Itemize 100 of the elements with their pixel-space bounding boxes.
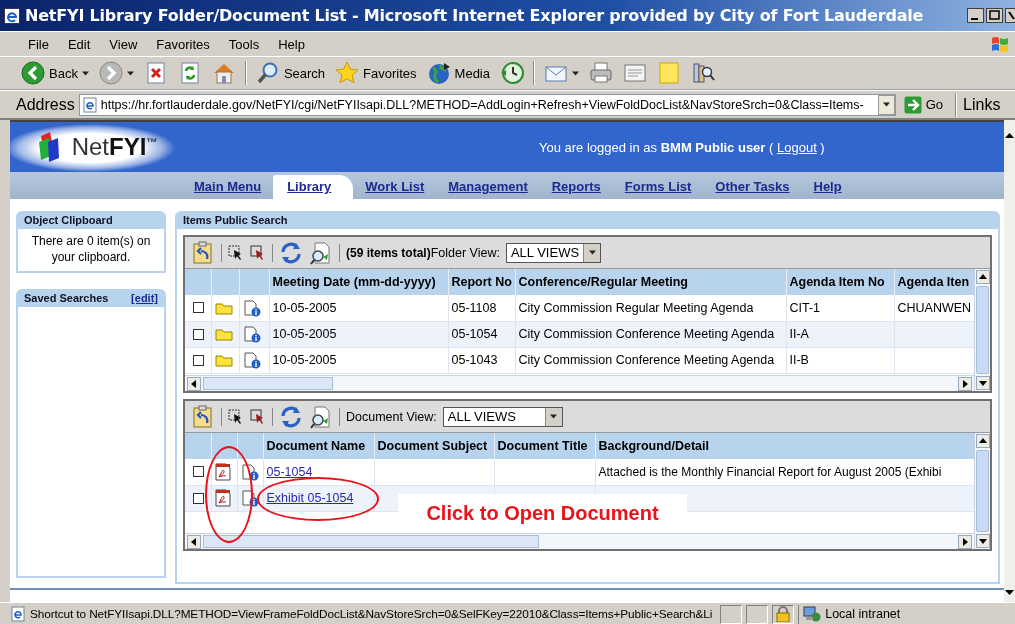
nav-tab[interactable]: Help — [801, 175, 854, 199]
favorites-button[interactable]: Favorites — [332, 59, 420, 87]
caret-icon — [588, 250, 596, 255]
pdf-document-icon[interactable] — [214, 462, 231, 481]
links-button[interactable]: Links — [963, 95, 1001, 114]
window-title: NetFYI Library Folder/Document List - Microsoft Internet Explorer provided by City of Fort Lauderdale — [25, 6, 924, 25]
view-label: Document View: — [346, 409, 437, 424]
page-scrollbar[interactable] — [1004, 120, 1015, 602]
checkbox[interactable] — [193, 354, 204, 366]
vertical-scrollbar[interactable] — [974, 433, 990, 549]
checkbox[interactable] — [193, 492, 204, 504]
column-header: Conference/Regular Meeting — [515, 269, 786, 295]
search-button[interactable]: Search — [252, 59, 329, 87]
column-header: Report No — [448, 269, 515, 295]
magnifier-document-icon[interactable] — [309, 404, 333, 429]
search-icon — [255, 61, 280, 85]
nav-tab[interactable]: Main Menu — [182, 175, 274, 199]
view-select[interactable]: ALL VIEWS — [505, 242, 602, 263]
nav-tab[interactable]: Work List — [353, 175, 437, 199]
document-info-icon[interactable] — [240, 462, 259, 481]
folder-info-icon[interactable] — [242, 298, 261, 317]
table-cell: 05-1043 — [451, 353, 498, 367]
refresh-icon[interactable] — [279, 241, 303, 264]
folder-info-icon[interactable] — [242, 325, 261, 343]
star-icon — [335, 61, 360, 85]
table-cell: 10-05-2005 — [272, 353, 337, 367]
caret-icon — [882, 102, 890, 107]
back-button[interactable]: Back — [18, 59, 92, 87]
status-text: Shortcut to NetFYIIsapi.DLL?METHOD=ViewFrameFoldDocList&NavStoreSrch=0&SelFKey=22010&Class=Items+Public+Search&Li — [30, 607, 713, 621]
up-arrow-icon[interactable] — [1004, 130, 1015, 141]
nav-tab[interactable]: Reports — [539, 175, 613, 199]
page-icon — [10, 606, 26, 622]
horizontal-scrollbar[interactable] — [185, 533, 974, 549]
column-header: Agenda Item No — [786, 269, 894, 295]
status-pane — [746, 604, 769, 624]
media-button[interactable]: Media — [423, 59, 493, 87]
menu-item[interactable]: File — [16, 36, 56, 52]
folder-info-icon[interactable] — [242, 351, 261, 369]
magnifier-document-icon[interactable] — [309, 240, 333, 265]
cursor-deselect-icon[interactable] — [250, 244, 266, 261]
address-label: Address — [16, 95, 75, 114]
checkbox[interactable] — [193, 302, 204, 314]
caret-icon — [550, 414, 558, 419]
menu-item[interactable]: View — [97, 36, 145, 52]
refresh-icon[interactable] — [279, 405, 303, 428]
edit-link[interactable]: [edit] — [131, 292, 158, 304]
nav-tab[interactable]: Library — [273, 175, 354, 199]
dropdown-button[interactable] — [877, 94, 895, 115]
maximize-button[interactable] — [986, 8, 1003, 23]
table-cell: Attached is the Monthly Financial Report for August 2005 (Exhibi — [598, 464, 942, 479]
close-button[interactable] — [1005, 8, 1015, 23]
go-button[interactable]: Go — [899, 95, 950, 114]
item-count: (59 items total) — [346, 245, 431, 260]
page-icon — [81, 96, 98, 113]
document-info-icon[interactable] — [240, 489, 259, 507]
vertical-scrollbar[interactable] — [974, 269, 990, 391]
clock-icon — [500, 61, 524, 85]
menu-item[interactable]: Help — [266, 36, 312, 52]
printer-icon — [589, 61, 613, 85]
minimize-button[interactable] — [967, 8, 984, 23]
document-lines-icon — [623, 61, 647, 85]
table-cell: II-B — [789, 353, 809, 367]
caret-icon — [572, 70, 579, 76]
menu-item[interactable]: Favorites — [144, 36, 217, 52]
cursor-deselect-icon[interactable] — [250, 408, 266, 425]
login-message: You are logged in as BMM Public user ( Logout ) — [539, 139, 825, 155]
table-cell: 10-05-2005 — [272, 327, 337, 341]
table-cell: City Commission Conference Meeting Agenda — [518, 353, 775, 367]
down-arrow-icon[interactable] — [1004, 587, 1015, 598]
zone-label: Local intranet — [825, 607, 901, 621]
document-link[interactable]: 05-1054 — [266, 464, 313, 479]
cursor-select-icon[interactable] — [228, 244, 244, 261]
cursor-select-icon[interactable] — [228, 408, 244, 425]
menu-item[interactable]: Edit — [55, 36, 98, 52]
network-computer-icon — [803, 606, 822, 622]
table-cell: CIT-1 — [789, 300, 821, 315]
horizontal-scrollbar[interactable] — [185, 375, 974, 391]
table-cell: 05-1108 — [451, 300, 497, 315]
clipboard-message: There are 0 item(s) on your clipboard. — [30, 233, 152, 266]
address-field[interactable]: https://hr.fortlauderdale.gov/NetFYI/cgi/NetFYIIsapi.DLL?METHOD=AddLogin+Refresh+ViewFoldDocList&NavStoreSrch=0&Class=Items- — [78, 93, 896, 116]
view-label: Folder View: — [430, 245, 500, 260]
logout-link[interactable]: Logout — [777, 139, 817, 155]
column-header: Background/Detail — [595, 433, 974, 459]
pdf-document-icon[interactable] — [214, 489, 231, 507]
menu-item[interactable]: Tools — [216, 36, 267, 52]
nav-tab[interactable]: Management — [436, 175, 540, 199]
column-header: Document Name — [263, 433, 374, 459]
browser-icon — [4, 7, 20, 24]
checkbox[interactable] — [193, 466, 204, 478]
view-select[interactable]: ALL VIEWS — [442, 406, 563, 427]
checkbox[interactable] — [193, 328, 204, 340]
nav-tab[interactable]: Forms List — [612, 175, 704, 199]
nav-tab[interactable]: Other Tasks — [703, 175, 802, 199]
padlock-icon — [776, 606, 791, 622]
panel-title: Object Clipboard — [18, 213, 164, 229]
panel-title: Items Public Search — [177, 213, 998, 229]
caret-icon — [126, 70, 134, 76]
column-header: Agenda Iten — [894, 269, 974, 295]
logo-text: NetFYI$^{™}$ — [71, 133, 158, 161]
sticky-note-icon — [657, 61, 681, 85]
